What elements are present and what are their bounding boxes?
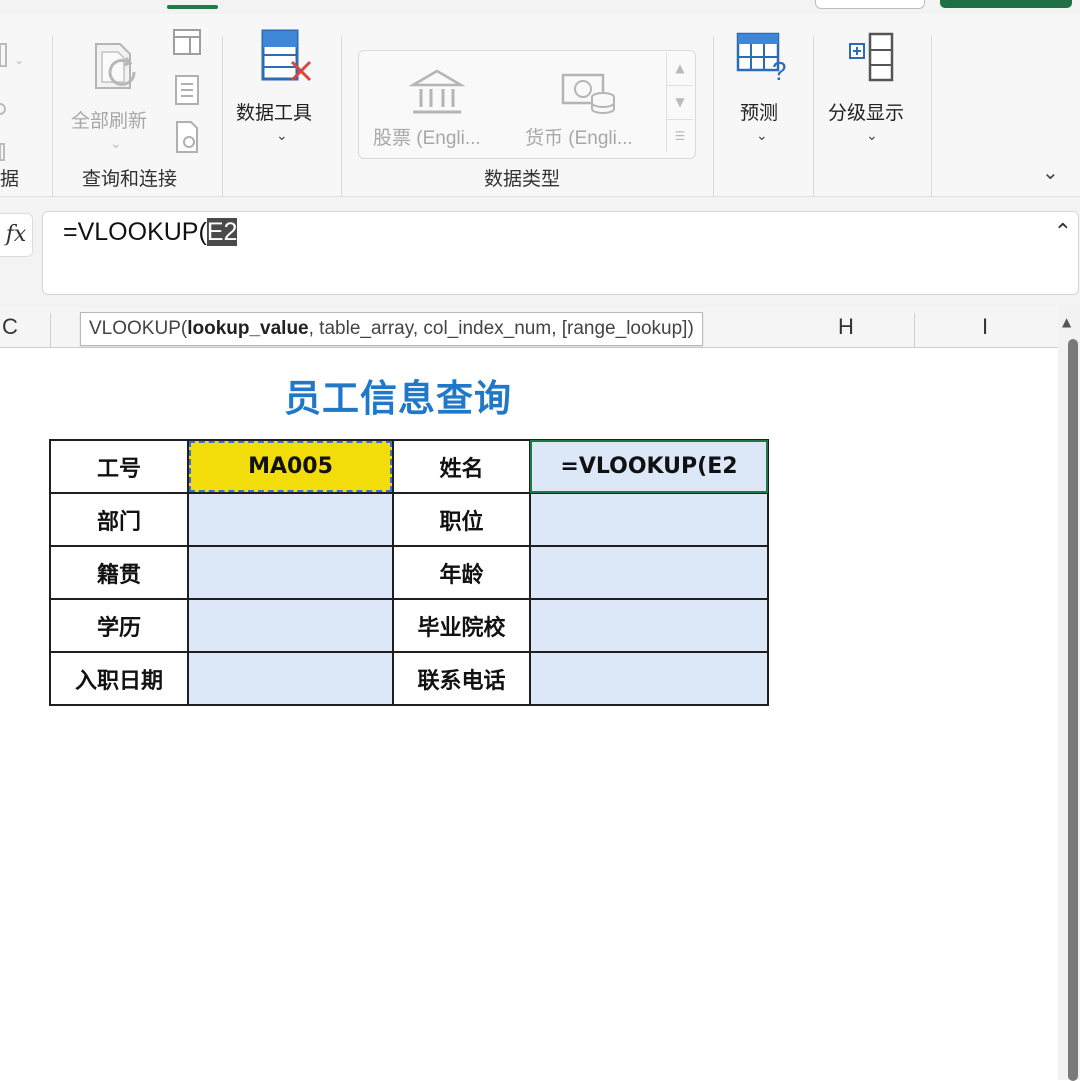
data-types-group-label: 数据类型: [484, 168, 561, 190]
svg-text:?: ?: [772, 56, 786, 86]
left-partial-group-label: 据: [0, 168, 20, 190]
label-cell[interactable]: 联系电话: [392, 651, 531, 706]
bank-icon: [409, 69, 465, 114]
ribbon-tab-strip: [0, 0, 1080, 14]
tooltip-current-argument[interactable]: lookup_value: [187, 318, 308, 339]
value-cell[interactable]: [529, 651, 769, 706]
column-header-c[interactable]: C: [2, 307, 18, 347]
data-types-scroll[interactable]: ▲ ▼ ☰: [666, 52, 693, 152]
table-row: 入职日期 联系电话: [49, 651, 769, 706]
share-button[interactable]: [815, 0, 925, 9]
table-row: 学历 毕业院校: [49, 598, 769, 653]
tooltip-remaining-arguments: , table_array, col_index_num, [range_loo…: [308, 318, 694, 339]
column-header-h[interactable]: H: [838, 307, 854, 347]
value-cell[interactable]: [187, 598, 394, 653]
ribbon-separator: [713, 36, 714, 200]
ribbon-separator: [931, 36, 932, 200]
outline-label: 分级显示: [828, 102, 905, 124]
refresh-all-dropdown-icon: ⌄: [110, 136, 122, 152]
forecast-label: 预测: [740, 102, 779, 124]
scrollbar-thumb[interactable]: [1068, 339, 1078, 1081]
forecast-button[interactable]: ? 预测 ⌄: [726, 24, 802, 154]
svg-text:⌄: ⌄: [14, 53, 24, 67]
partial-group-icons: ⌄: [0, 34, 30, 164]
formula-text: =VLOOKUP(E2: [63, 218, 238, 247]
currencies-label: 货币 (Engli...: [525, 128, 633, 149]
sheet-title: 员工信息查询: [284, 377, 512, 420]
data-tools-label: 数据工具: [236, 102, 313, 124]
queries-pane-icon: [173, 29, 201, 55]
refresh-all-button[interactable]: 全部刷新 ⌄: [66, 28, 162, 158]
table-row: 籍贯 年龄: [49, 545, 769, 600]
label-cell[interactable]: 工号: [49, 439, 189, 494]
stocks-label: 股票 (Engli...: [373, 128, 481, 149]
edit-links-icon: [176, 121, 198, 153]
label-cell[interactable]: 籍贯: [49, 545, 189, 600]
ribbon-separator: [222, 36, 223, 200]
label-cell[interactable]: 年龄: [392, 545, 531, 600]
ribbon: ⌄ 据 全部刷新 ⌄ 查询和连接 数据工具 ⌄ 股票 (Engli... 货币 …: [0, 14, 1080, 200]
collapse-formula-bar-icon[interactable]: ⌃: [1054, 220, 1072, 245]
data-tools-dropdown-icon: ⌄: [276, 128, 288, 144]
properties-icon: [175, 75, 199, 105]
column-divider: [914, 313, 915, 347]
value-cell[interactable]: [529, 598, 769, 653]
scroll-down-icon[interactable]: ▼: [667, 86, 693, 120]
formula-bar-input[interactable]: =VLOOKUP(E2 ⌃: [42, 211, 1079, 295]
employee-info-table: 工号 MA005 姓名 =VLOOKUP(E2 部门 职位 籍贯 年龄 学历 毕…: [49, 439, 769, 706]
insert-function-button[interactable]: fx: [0, 213, 33, 257]
data-tools-button[interactable]: 数据工具 ⌄: [232, 24, 332, 154]
ribbon-separator: [341, 36, 342, 200]
label-cell[interactable]: 学历: [49, 598, 189, 653]
currencies-data-type[interactable]: 货币 (Engli...: [519, 55, 669, 153]
outline-dropdown-icon: ⌄: [866, 128, 878, 144]
formula-selected-reference: E2: [206, 218, 238, 246]
scroll-up-arrow-icon[interactable]: ▲: [1062, 315, 1071, 329]
refresh-all-label: 全部刷新: [71, 110, 148, 132]
employee-id-cell[interactable]: MA005: [187, 439, 394, 494]
table-row: 工号 MA005 姓名 =VLOOKUP(E2: [49, 439, 769, 494]
data-types-gallery: 股票 (Engli... 货币 (Engli...: [358, 50, 696, 159]
value-cell[interactable]: [529, 545, 769, 600]
outline-button[interactable]: 分级显示 ⌄: [822, 24, 922, 154]
label-cell[interactable]: 职位: [392, 492, 531, 547]
label-cell[interactable]: 姓名: [392, 439, 531, 494]
label-cell[interactable]: 部门: [49, 492, 189, 547]
value-cell[interactable]: [187, 492, 394, 547]
value-cell[interactable]: [187, 651, 394, 706]
column-divider: [50, 313, 51, 347]
vertical-scrollbar[interactable]: ▲: [1058, 307, 1080, 1081]
stocks-data-type[interactable]: 股票 (Engli...: [365, 55, 515, 153]
refresh-all-icon: [95, 43, 136, 89]
value-cell[interactable]: [529, 492, 769, 547]
outline-icon: [849, 32, 894, 82]
ribbon-collapse-icon[interactable]: ⌄: [1042, 160, 1059, 184]
currency-icon: [561, 73, 615, 114]
label-cell[interactable]: 入职日期: [49, 651, 189, 706]
formula-text-prefix: =VLOOKUP(: [63, 218, 207, 246]
label-cell[interactable]: 毕业院校: [392, 598, 531, 653]
publish-button[interactable]: [940, 0, 1072, 8]
edit-links-button: [174, 120, 200, 154]
more-icon[interactable]: ☰: [667, 120, 693, 153]
queries-connections-button[interactable]: [172, 28, 202, 58]
column-header-i[interactable]: I: [982, 307, 988, 347]
forecast-icon: ?: [736, 32, 786, 86]
tooltip-function-name: VLOOKUP(: [89, 318, 188, 339]
table-row: 部门 职位: [49, 492, 769, 547]
ribbon-separator: [52, 36, 53, 200]
function-argument-tooltip[interactable]: VLOOKUP(lookup_value, table_array, col_i…: [80, 312, 703, 346]
scroll-up-icon[interactable]: ▲: [667, 52, 693, 86]
partial-ribbon-icons: ⌄: [0, 43, 24, 161]
properties-button: [174, 74, 200, 106]
forecast-dropdown-icon: ⌄: [756, 128, 768, 144]
ribbon-separator: [813, 36, 814, 200]
queries-group-label: 查询和连接: [82, 168, 178, 190]
value-cell[interactable]: [187, 545, 394, 600]
active-tab-indicator: [167, 5, 218, 9]
data-tools-icon: [261, 29, 312, 82]
active-editing-cell[interactable]: =VLOOKUP(E2: [529, 439, 769, 494]
